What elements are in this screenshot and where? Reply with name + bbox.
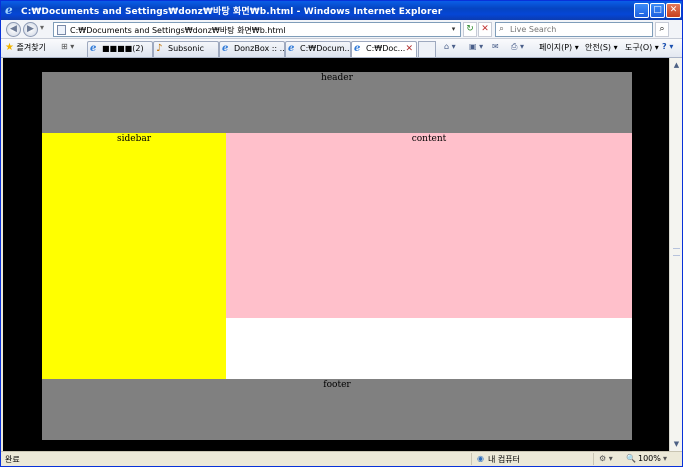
tab-5-active[interactable]: e C:₩Doc... ✕ (351, 41, 417, 57)
page-blank-block (226, 318, 632, 379)
vertical-scrollbar[interactable]: ▲ ▼ (669, 58, 682, 451)
tab-label: Subsonic (168, 44, 204, 53)
page-footer-block: footer (42, 379, 632, 440)
address-text: C:₩Documents and Settings₩donz₩바탕 화면₩b.h… (70, 26, 286, 35)
new-tab-button[interactable] (418, 41, 436, 57)
back-button[interactable]: ◀ (6, 22, 21, 37)
subsonic-icon: ♪ (156, 43, 163, 54)
tools-menu[interactable]: 도구(O) ▾ (625, 42, 659, 53)
ie-page-icon: e (288, 43, 295, 54)
page-content-block: content (226, 133, 632, 318)
maximize-button[interactable]: □ (650, 3, 665, 18)
favorites-label: 즐겨찾기 (16, 43, 46, 52)
mail-icon[interactable]: ✉ (492, 42, 499, 51)
stop-button[interactable]: ✕ (478, 22, 492, 37)
tab-command-row: ★ 즐겨찾기 ⊞ ▾ e ■■■■(2) ♪ Subsonic e DonzBo… (1, 39, 682, 58)
home-icon[interactable]: ⌂ ▾ (444, 42, 456, 51)
address-input[interactable]: C:₩Documents and Settings₩donz₩바탕 화면₩b.h… (53, 22, 461, 37)
page-header-block: header (42, 72, 632, 133)
tab-2[interactable]: ♪ Subsonic (153, 41, 219, 57)
search-go-button[interactable]: ⌕ (655, 22, 669, 37)
protected-mode-icon[interactable]: ⚙ ▾ (599, 454, 613, 463)
print-icon[interactable]: ⎙ ▾ (511, 42, 524, 52)
favorites-star-icon: ★ (5, 42, 14, 53)
safety-menu[interactable]: 안전(S) ▾ (585, 42, 618, 53)
search-box[interactable]: ⌕ (495, 22, 653, 37)
tab-label: ■■■■(2) (102, 44, 144, 53)
search-input[interactable] (510, 24, 650, 35)
computer-zone-icon: ◉ (477, 454, 484, 463)
ie-page-icon: e (90, 43, 97, 54)
live-search-icon: ⌕ (499, 24, 505, 34)
close-button[interactable]: ✕ (666, 3, 681, 18)
recent-pages-icon[interactable]: ▾ (40, 23, 44, 32)
ie-page-icon: e (222, 43, 229, 54)
status-bar: 완료 ◉ 내 컴퓨터 ⚙ ▾ 🔍 100% ▾ (1, 451, 682, 466)
status-divider (471, 453, 472, 465)
footer-label: footer (323, 380, 351, 390)
zone-text: 내 컴퓨터 (488, 455, 520, 464)
safety-menu-label: 안전(S) (585, 43, 612, 52)
minimize-button[interactable]: _ (634, 3, 649, 18)
zoom-dropdown-icon[interactable]: ▾ (663, 454, 667, 463)
scroll-down-icon[interactable]: ▼ (671, 438, 682, 450)
feeds-icon[interactable]: ▣ ▾ (469, 42, 483, 51)
help-icon: ? (662, 42, 667, 51)
ie-logo-icon: e (5, 3, 13, 17)
status-divider (593, 453, 594, 465)
tab-close-icon[interactable]: ✕ (405, 42, 413, 56)
tab-1[interactable]: e ■■■■(2) (87, 41, 153, 57)
browser-window: e C:₩Documents and Settings₩donz₩바탕 화면₩b… (0, 0, 683, 467)
forward-button[interactable]: ▶ (23, 22, 38, 37)
header-label: header (321, 73, 353, 83)
tab-3[interactable]: e DonzBox :: ... (219, 41, 285, 57)
ie-page-icon: e (354, 43, 361, 54)
tab-4[interactable]: e C:₩Docum... (285, 41, 351, 57)
quick-tabs-icon[interactable]: ⊞ ▾ (61, 42, 74, 51)
zoom-level[interactable]: 100% (638, 454, 661, 463)
page-sidebar-block: sidebar (42, 133, 226, 379)
page-icon (57, 25, 66, 35)
tools-menu-label: 도구(O) (625, 43, 653, 52)
title-bar: e C:₩Documents and Settings₩donz₩바탕 화면₩b… (1, 1, 682, 20)
scroll-thumb[interactable] (673, 248, 680, 256)
address-dropdown-icon[interactable]: ▾ (448, 24, 459, 35)
page-viewport: header sidebar content footer (3, 58, 669, 451)
scroll-up-icon[interactable]: ▲ (671, 59, 682, 71)
tab-label: C:₩Doc... (366, 44, 406, 53)
status-text: 완료 (5, 455, 20, 464)
window-title: C:₩Documents and Settings₩donz₩바탕 화면₩b.h… (21, 7, 443, 17)
refresh-button[interactable]: ↻ (463, 22, 477, 37)
address-row: ◀ ▶ ▾ C:₩Documents and Settings₩donz₩바탕 … (1, 20, 682, 39)
favorites-button[interactable]: ★ 즐겨찾기 (5, 42, 46, 53)
content-label: content (411, 134, 447, 144)
page-menu[interactable]: 페이지(P) ▾ (539, 42, 579, 53)
sidebar-label: sidebar (116, 134, 151, 144)
page-menu-label: 페이지(P) (539, 43, 573, 52)
zoom-icon[interactable]: 🔍 (626, 454, 636, 463)
tab-label: C:₩Docum... (300, 44, 351, 53)
tab-label: DonzBox :: ... (234, 44, 285, 53)
help-menu[interactable]: ? ▾ (662, 42, 673, 51)
